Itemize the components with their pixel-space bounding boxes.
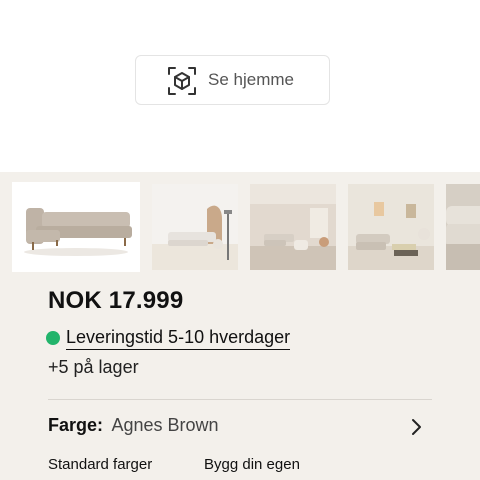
- image-gallery: [0, 182, 480, 274]
- ar-cube-icon: [166, 65, 198, 97]
- delivery-time-link[interactable]: Leveringstid 5-10 hverdager: [66, 327, 291, 350]
- top-area: Se hjemme: [0, 0, 480, 172]
- view-at-home-button[interactable]: Se hjemme: [135, 55, 330, 105]
- chevron-right-icon: [410, 418, 422, 436]
- divider: [48, 399, 432, 400]
- gallery-thumbnail[interactable]: [12, 182, 140, 272]
- color-label: Farge:: [48, 415, 104, 435]
- gallery-thumbnail[interactable]: [348, 184, 434, 270]
- gallery-thumbnail[interactable]: [152, 184, 238, 270]
- product-price: NOK 17.999: [48, 287, 184, 314]
- color-selector[interactable]: Farge: Agnes Brown: [48, 415, 432, 441]
- build-your-own-tab[interactable]: Bygg din egen: [204, 456, 300, 473]
- delivery-info: Leveringstid 5-10 hverdager: [46, 326, 291, 350]
- product-info-panel: NOK 17.999 Leveringstid 5-10 hverdager +…: [0, 172, 480, 480]
- standard-colors-tab[interactable]: Standard farger: [48, 456, 152, 473]
- stock-count: +5 på lager: [48, 357, 139, 377]
- gallery-thumbnail[interactable]: [446, 184, 480, 270]
- in-stock-status-dot: [46, 331, 60, 345]
- view-at-home-label: Se hjemme: [208, 70, 294, 89]
- selected-color-value: Agnes Brown: [111, 415, 219, 435]
- gallery-thumbnail[interactable]: [250, 184, 336, 270]
